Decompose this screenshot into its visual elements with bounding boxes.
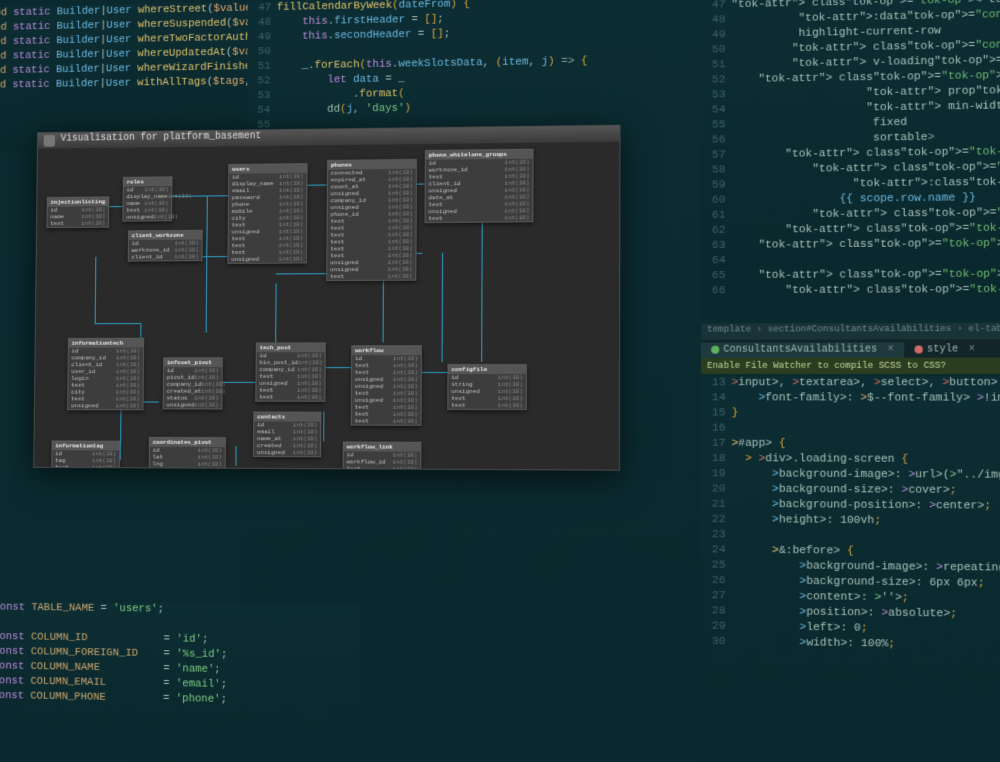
- db-column: company_idint(10): [164, 381, 222, 388]
- db-table-header[interactable]: informationtag: [52, 441, 119, 450]
- db-column: company_idint(10): [257, 366, 325, 373]
- close-icon[interactable]: ×: [969, 344, 975, 355]
- db-column: unsignedint(10): [164, 402, 222, 409]
- db-table-header[interactable]: coordinates_pivot: [150, 438, 225, 447]
- code-line[interactable]: 18 > >div>.loading-screen {: [701, 452, 1000, 469]
- php-constants-pane[interactable]: const TABLE_NAME = 'users';const COLUMN_…: [0, 601, 360, 762]
- close-icon[interactable]: ×: [888, 344, 894, 355]
- tab-dot-icon: [711, 346, 719, 354]
- code-line[interactable]: 66 "tok-attr"> class"tok-op">="tok-op"><…: [701, 283, 1000, 300]
- relation-wire: [481, 203, 483, 362]
- relation-wire: [305, 185, 326, 186]
- db-table-header[interactable]: tech_post: [257, 343, 325, 352]
- db-column: idint(10): [257, 352, 325, 359]
- db-column: bin_post_idint(10): [257, 359, 325, 366]
- relation-wire: [420, 372, 448, 373]
- code-line[interactable]: 63 "tok-attr"> class"tok-op">="tok-op"><…: [701, 237, 1000, 254]
- db-column: textint(10): [344, 465, 421, 469]
- db-table-users[interactable]: usersidint(10)display_nameint(10)emailin…: [227, 163, 307, 264]
- db-column: unsignedint(10): [228, 256, 306, 263]
- db-column: textint(10): [352, 362, 421, 369]
- db-column: pivot_idint(10): [164, 374, 222, 381]
- diagram-title-text: Visualisation for platform_basement: [61, 131, 262, 144]
- db-table-workflow[interactable]: workflowidint(10)textint(10)textint(10)u…: [351, 345, 422, 426]
- db-column: stringint(10): [448, 381, 526, 388]
- code-line[interactable]: 22 >height>: 100vh;: [701, 513, 1000, 531]
- db-table-tech_post[interactable]: tech_postidint(10)bin_post_idint(10)comp…: [255, 342, 325, 401]
- db-column: company_idint(10): [69, 354, 143, 361]
- database-diagram-window[interactable]: Visualisation for platform_basement inje…: [33, 125, 620, 471]
- relation-wire: [235, 446, 236, 466]
- relation-wire: [95, 323, 141, 324]
- db-column: textint(10): [52, 464, 119, 470]
- relation-wire: [109, 206, 122, 207]
- code-line[interactable]: 17>#app> {: [701, 437, 1000, 454]
- db-table-phone_whitelone_groups[interactable]: phone_whitelone_groupsidint(10)workzone_…: [424, 149, 533, 223]
- db-table-informationtech[interactable]: informationtechidint(10)company_idint(10…: [67, 338, 144, 411]
- db-column: idint(10): [164, 367, 222, 374]
- db-table-infoset_pivot[interactable]: infoset_pivotidint(10)pivot_idint(10)com…: [163, 357, 223, 409]
- relation-wire: [206, 195, 208, 332]
- db-column: textint(10): [256, 373, 324, 380]
- tab-label: ConsultantsAvailabilities: [723, 344, 877, 355]
- relation-wire: [323, 412, 324, 442]
- db-table-coordinates_pivot[interactable]: coordinates_pivotidint(10)latint(10)lngi…: [149, 437, 226, 469]
- diagram-canvas[interactable]: injectionlistingidint(10)nameint(10)text…: [34, 142, 619, 470]
- db-column: unsignedint(10): [123, 213, 171, 220]
- db-table-roles[interactable]: rolesidint(10)display_nameint(10)nameint…: [122, 176, 172, 221]
- db-table-workflow_link[interactable]: workflow_linkidint(10)workflow_idint(10)…: [343, 441, 422, 469]
- db-column: textint(10): [327, 273, 415, 280]
- db-table-injectionlisting[interactable]: injectionlistingidint(10)nameint(10)text…: [46, 196, 109, 228]
- db-column: textint(10): [425, 214, 532, 222]
- relation-wire: [95, 257, 97, 323]
- tab-style[interactable]: style ×: [904, 342, 985, 357]
- db-table-header[interactable]: workflow_link: [344, 442, 421, 451]
- db-table-contacts[interactable]: contactsidint(10)emailint(10)name_atint(…: [253, 412, 321, 458]
- breadcrumb[interactable]: template › section#ConsultantsAvailabili…: [701, 323, 1000, 340]
- code-line[interactable]: 30 >width>: 100%;: [701, 635, 1000, 655]
- db-column: unsignedint(10): [352, 376, 421, 383]
- code-line[interactable]: 65 "tok-attr"> class"tok-op">="tok-op"><…: [701, 267, 1000, 284]
- code-line[interactable]: 64: [701, 252, 1000, 269]
- code-line[interactable]: 16: [701, 421, 1000, 437]
- db-column: textint(10): [352, 369, 421, 376]
- vue-template-pane[interactable]: 47"tok-attr"> class"tok-op">="tok-op"><"…: [701, 0, 1000, 320]
- db-table-client_workzone[interactable]: client_workzoneidint(10)workzone_idint(1…: [128, 230, 203, 262]
- db-column: loginint(10): [68, 375, 142, 382]
- db-table-informationtag[interactable]: informationtagidint(10)tagint(10)textint…: [51, 440, 120, 469]
- tab-label: style: [927, 344, 958, 355]
- db-column: textint(10): [256, 394, 324, 401]
- db-table-phones[interactable]: phonesconnectedint(10)expired_atint(10)c…: [326, 159, 417, 281]
- code-line[interactable]: 15}: [701, 406, 1000, 422]
- db-column: idint(10): [448, 374, 525, 381]
- db-column: client_idint(10): [69, 361, 143, 368]
- code-line[interactable]: 13>input>, >textarea>, >select>, >button…: [701, 376, 1000, 391]
- db-column: user_idint(10): [68, 368, 142, 375]
- relation-wire: [442, 253, 443, 362]
- tab-dot-icon: [915, 345, 923, 353]
- db-column: textint(10): [47, 220, 108, 227]
- tab-consultantsavailabilities[interactable]: ConsultantsAvailabilities ×: [701, 342, 904, 357]
- db-column: lngint(10): [150, 460, 225, 467]
- db-table-header[interactable]: workflow: [352, 346, 421, 355]
- db-column: textint(10): [352, 418, 421, 425]
- db-table-header[interactable]: infoset_pivot: [164, 358, 222, 367]
- relation-wire: [275, 283, 276, 342]
- db-column: unsignedint(10): [256, 380, 324, 387]
- db-table-configfile[interactable]: configfileidint(10)stringint(10)unsigned…: [447, 364, 527, 410]
- relation-wire: [324, 367, 351, 368]
- db-column: unsignedint(10): [254, 449, 320, 456]
- db-table-header[interactable]: contacts: [254, 413, 320, 422]
- db-column: textint(10): [448, 402, 526, 409]
- file-watcher-notice: Enable File Watcher to compile SCSS to C…: [701, 358, 1000, 374]
- notice-text: Enable File Watcher to compile SCSS to C…: [707, 361, 946, 371]
- db-column: unsignedint(10): [352, 383, 421, 390]
- db-table-header[interactable]: informationtech: [69, 339, 143, 348]
- db-column: idint(10): [352, 355, 421, 362]
- code-line[interactable]: 14 >font-family>: >$--font-family> >!imp…: [701, 391, 1000, 407]
- db-column: client_idint(10): [129, 253, 202, 260]
- scss-pane[interactable]: 13>input>, >textarea>, >select>, >button…: [701, 376, 1000, 762]
- db-column: unsignedint(10): [68, 402, 143, 409]
- db-table-header[interactable]: configfile: [448, 365, 525, 374]
